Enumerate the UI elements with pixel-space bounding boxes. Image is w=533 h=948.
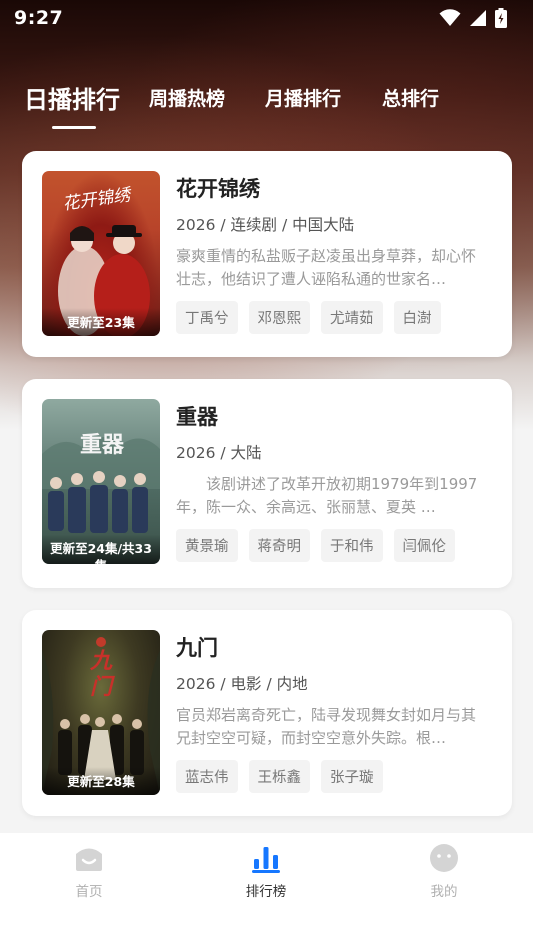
tab-indicator	[52, 126, 96, 129]
card-title: 九门	[176, 636, 218, 660]
cast-tag[interactable]: 蒋奇明	[248, 529, 310, 562]
poster-title-text: 重器	[80, 433, 125, 458]
bottom-navigation: 首页 排行榜 我的	[0, 833, 533, 948]
card-description: 官员郑岩离奇死亡，陆寻发现舞女封如月与其兄封空空可疑，而封空空意外失踪。根…	[176, 706, 477, 747]
poster-image[interactable]: 花开锦绣 更新至23集	[42, 171, 160, 336]
ranking-card[interactable]: 重器 更新至24集/共33集 重器 2026 / 大陆 该剧讲述了改革开放初期1…	[22, 379, 512, 588]
wifi-icon	[439, 9, 461, 26]
nav-ranking[interactable]: 排行榜	[221, 843, 311, 900]
home-icon	[76, 848, 102, 871]
card-description: 该剧讲述了改革开放初期1979年到1997年，陈一众、余高远、张丽慧、夏英 …	[176, 475, 478, 516]
nav-label: 排行榜	[245, 884, 287, 900]
ranking-card[interactable]: 九门 更新至28集 九门 2026 / 电影 / 内地 官员郑岩离奇死亡，陆寻发…	[22, 610, 512, 816]
card-title: 重器	[176, 405, 218, 429]
cast-tag[interactable]: 邓恩熙	[248, 301, 310, 334]
poster-image[interactable]: 重器 更新至24集/共33集	[42, 399, 160, 564]
nav-home[interactable]: 首页	[44, 843, 134, 900]
card-title: 花开锦绣	[176, 177, 260, 201]
profile-icon	[430, 844, 458, 872]
card-meta: 2026 / 电影 / 内地	[176, 675, 308, 693]
poster-image[interactable]: 九门 更新至28集	[42, 630, 160, 795]
cast-tag[interactable]: 尤靖茹	[321, 301, 383, 334]
ranking-icon	[252, 847, 280, 873]
signal-icon	[470, 10, 486, 26]
card-meta: 2026 / 连续剧 / 中国大陆	[176, 216, 355, 234]
tab-weekly[interactable]: 周播热榜	[149, 84, 225, 111]
status-icons	[439, 8, 507, 28]
cast-tag[interactable]: 于和伟	[321, 529, 383, 562]
tab-total[interactable]: 总排行	[382, 84, 439, 111]
nav-profile[interactable]: 我的	[399, 843, 489, 900]
update-badge: 更新至23集	[42, 308, 160, 336]
tab-monthly[interactable]: 月播排行	[265, 84, 341, 111]
cast-tags: 黄景瑜 蒋奇明 于和伟 闫佩伦	[176, 529, 455, 562]
status-time: 9:27	[14, 7, 64, 29]
cast-tag[interactable]: 丁禹兮	[176, 301, 238, 334]
ranking-card[interactable]: 花开锦绣 更新至23集 花开锦绣 2026 / 连续剧 / 中国大陆 豪爽重情的…	[22, 151, 512, 357]
card-meta: 2026 / 大陆	[176, 444, 262, 462]
cast-tag[interactable]: 闫佩伦	[393, 529, 455, 562]
status-bar: 9:27	[0, 0, 533, 36]
tab-daily[interactable]: 日播排行	[24, 80, 120, 115]
cast-tags: 丁禹兮 邓恩熙 尤靖茹 白澍	[176, 301, 441, 334]
nav-label: 我的	[430, 884, 458, 900]
card-description: 豪爽重情的私盐贩子赵凌虽出身草莽，却心怀壮志，他结识了遭人诬陷私通的世家名…	[176, 247, 477, 288]
cast-tags: 蓝志伟 王栎鑫 张子璇	[176, 760, 383, 793]
poster-title-text: 九门	[89, 648, 112, 700]
update-badge: 更新至28集	[42, 767, 160, 795]
update-badge: 更新至24集/共33集	[42, 534, 160, 564]
cast-tag[interactable]: 黄景瑜	[176, 529, 238, 562]
battery-icon	[495, 8, 507, 28]
cast-tag[interactable]: 张子璇	[321, 760, 383, 793]
cast-tag[interactable]: 蓝志伟	[176, 760, 238, 793]
cast-tag[interactable]: 王栎鑫	[248, 760, 310, 793]
cast-tag[interactable]: 白澍	[393, 301, 441, 334]
ranking-tabs: 日播排行 周播热榜 月播排行 总排行	[24, 80, 504, 130]
nav-label: 首页	[75, 884, 103, 900]
